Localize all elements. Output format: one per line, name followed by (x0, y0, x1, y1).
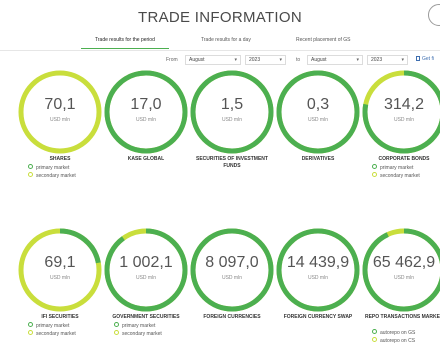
market-name: IFI SECURITIES (41, 314, 79, 320)
volume-unit: USD mln (307, 117, 328, 123)
legend-item: secondary market (372, 172, 420, 180)
legend-label: primary market (36, 165, 70, 171)
tab-recent-placement-gs[interactable]: Recent placement of GS (296, 37, 350, 43)
legend-label: secondary market (380, 173, 420, 179)
primary-dot-icon (28, 322, 33, 327)
tab-bar: Trade results for the period Trade resul… (0, 36, 440, 51)
volume-value: 314,2 (383, 96, 425, 113)
market-name: CORPORATE BONDS (378, 156, 430, 162)
legend-label: primary market (380, 165, 414, 171)
market-name: FOREIGN CURRENCY SWAP (283, 314, 353, 320)
volume-gauge: 65 462,9 USD mln (362, 228, 440, 312)
legend-label: secondary market (36, 173, 76, 179)
volume-unit: USD mln (307, 275, 328, 281)
period-filters: From August ▾ 2023 ▾ to August ▾ 2023 ▾ … (0, 55, 440, 67)
market-legend: primary market secondary market (28, 322, 76, 338)
secondary-dot-icon (372, 172, 377, 177)
legend-label: primary market (36, 323, 70, 329)
volume-gauge: 8 097,0 USD mln (190, 228, 274, 312)
chevron-down-icon: ▾ (401, 57, 404, 63)
volume-gauge: 314,2 USD mln (362, 70, 440, 154)
legend-label: secondary market (122, 331, 162, 337)
volume-value: 14 439,9 (286, 254, 350, 271)
primary-dot-icon (114, 322, 119, 327)
volume-gauge: 14 439,9 USD mln (276, 228, 360, 312)
get-file-link[interactable]: Get fi (416, 56, 434, 62)
volume-gauge: 17,0 USD mln (104, 70, 188, 154)
primary-dot-icon (372, 329, 377, 334)
market-name: FOREIGN CURRENCIES (203, 314, 261, 320)
secondary-dot-icon (114, 330, 119, 335)
primary-dot-icon (372, 164, 377, 169)
secondary-dot-icon (28, 172, 33, 177)
legend-item: autorepo on GS (372, 329, 415, 337)
from-year-value: 2023 (249, 57, 261, 63)
to-year-select[interactable]: 2023 ▾ (367, 55, 408, 65)
legend-label: autorepo on CS (380, 338, 416, 344)
volume-value: 69,1 (44, 254, 76, 271)
legend-item: primary market (114, 322, 162, 330)
volume-unit: USD mln (221, 117, 242, 123)
market-name: DERIVATIVES (301, 156, 335, 162)
from-year-select[interactable]: 2023 ▾ (245, 55, 286, 65)
volume-unit: USD mln (393, 117, 414, 123)
volume-value: 17,0 (130, 96, 162, 113)
from-month-select[interactable]: August ▾ (185, 55, 241, 65)
to-year-value: 2023 (371, 57, 383, 63)
volume-value: 65 462,9 (372, 254, 436, 271)
to-month-select[interactable]: August ▾ (307, 55, 363, 65)
volume-unit: USD mln (393, 275, 414, 281)
get-file-label: Get fi (422, 56, 434, 62)
volume-value: 1 002,1 (119, 254, 173, 271)
market-legend: primary market secondary market (372, 164, 420, 180)
volume-value: 70,1 (44, 96, 76, 113)
volume-gauge: 70,1 USD mln (18, 70, 102, 154)
market-name: KASE GLOBAL (127, 156, 165, 162)
market-legend: primary market secondary market (114, 322, 162, 338)
legend-label: secondary market (36, 331, 76, 337)
legend-item: primary market (372, 164, 420, 172)
legend-label: autorepo on GS (380, 330, 416, 336)
volume-gauge: 1,5 USD mln (190, 70, 274, 154)
from-label: From (166, 57, 178, 63)
volume-unit: USD mln (135, 275, 156, 281)
volume-value: 0,3 (306, 96, 330, 113)
legend-item: secondary market (28, 172, 76, 180)
volume-gauge: 69,1 USD mln (18, 228, 102, 312)
volume-value: 8 097,0 (205, 254, 259, 271)
volume-unit: USD mln (49, 275, 70, 281)
volume-gauge: 0,3 USD mln (276, 70, 360, 154)
primary-dot-icon (28, 164, 33, 169)
market-name: GOVERNMENT SECURITIES (112, 314, 180, 320)
chevron-down-icon: ▾ (356, 57, 359, 63)
volume-value: 1,5 (220, 96, 244, 113)
from-month-value: August (189, 57, 205, 63)
chevron-down-icon: ▾ (279, 57, 282, 63)
market-legend: primary market secondary market (28, 164, 76, 180)
legend-item: primary market (28, 322, 76, 330)
to-month-value: August (311, 57, 327, 63)
to-label: to (296, 57, 301, 63)
market-legend: autorepo on GS autorepo on CS (372, 329, 415, 345)
volume-unit: USD mln (221, 275, 242, 281)
document-icon (416, 56, 420, 61)
tab-trade-results-period[interactable]: Trade results for the period (81, 37, 169, 49)
volume-unit: USD mln (135, 117, 156, 123)
tab-trade-results-day[interactable]: Trade results for a day (201, 37, 251, 43)
market-name: REPO TRANSACTIONS MARKET (364, 314, 440, 320)
market-name: SHARES (49, 156, 71, 162)
volume-unit: USD mln (49, 117, 70, 123)
chevron-down-icon: ▾ (234, 57, 237, 63)
page-title: TRADE INFORMATION (138, 9, 302, 26)
secondary-dot-icon (372, 337, 377, 342)
legend-item: primary market (28, 164, 76, 172)
market-name: SECURITIES OF INVESTMENT FUNDS (196, 156, 268, 169)
legend-label: primary market (122, 323, 156, 329)
legend-item: autorepo on CS (372, 337, 415, 345)
volume-gauge: 1 002,1 USD mln (104, 228, 188, 312)
secondary-dot-icon (28, 330, 33, 335)
